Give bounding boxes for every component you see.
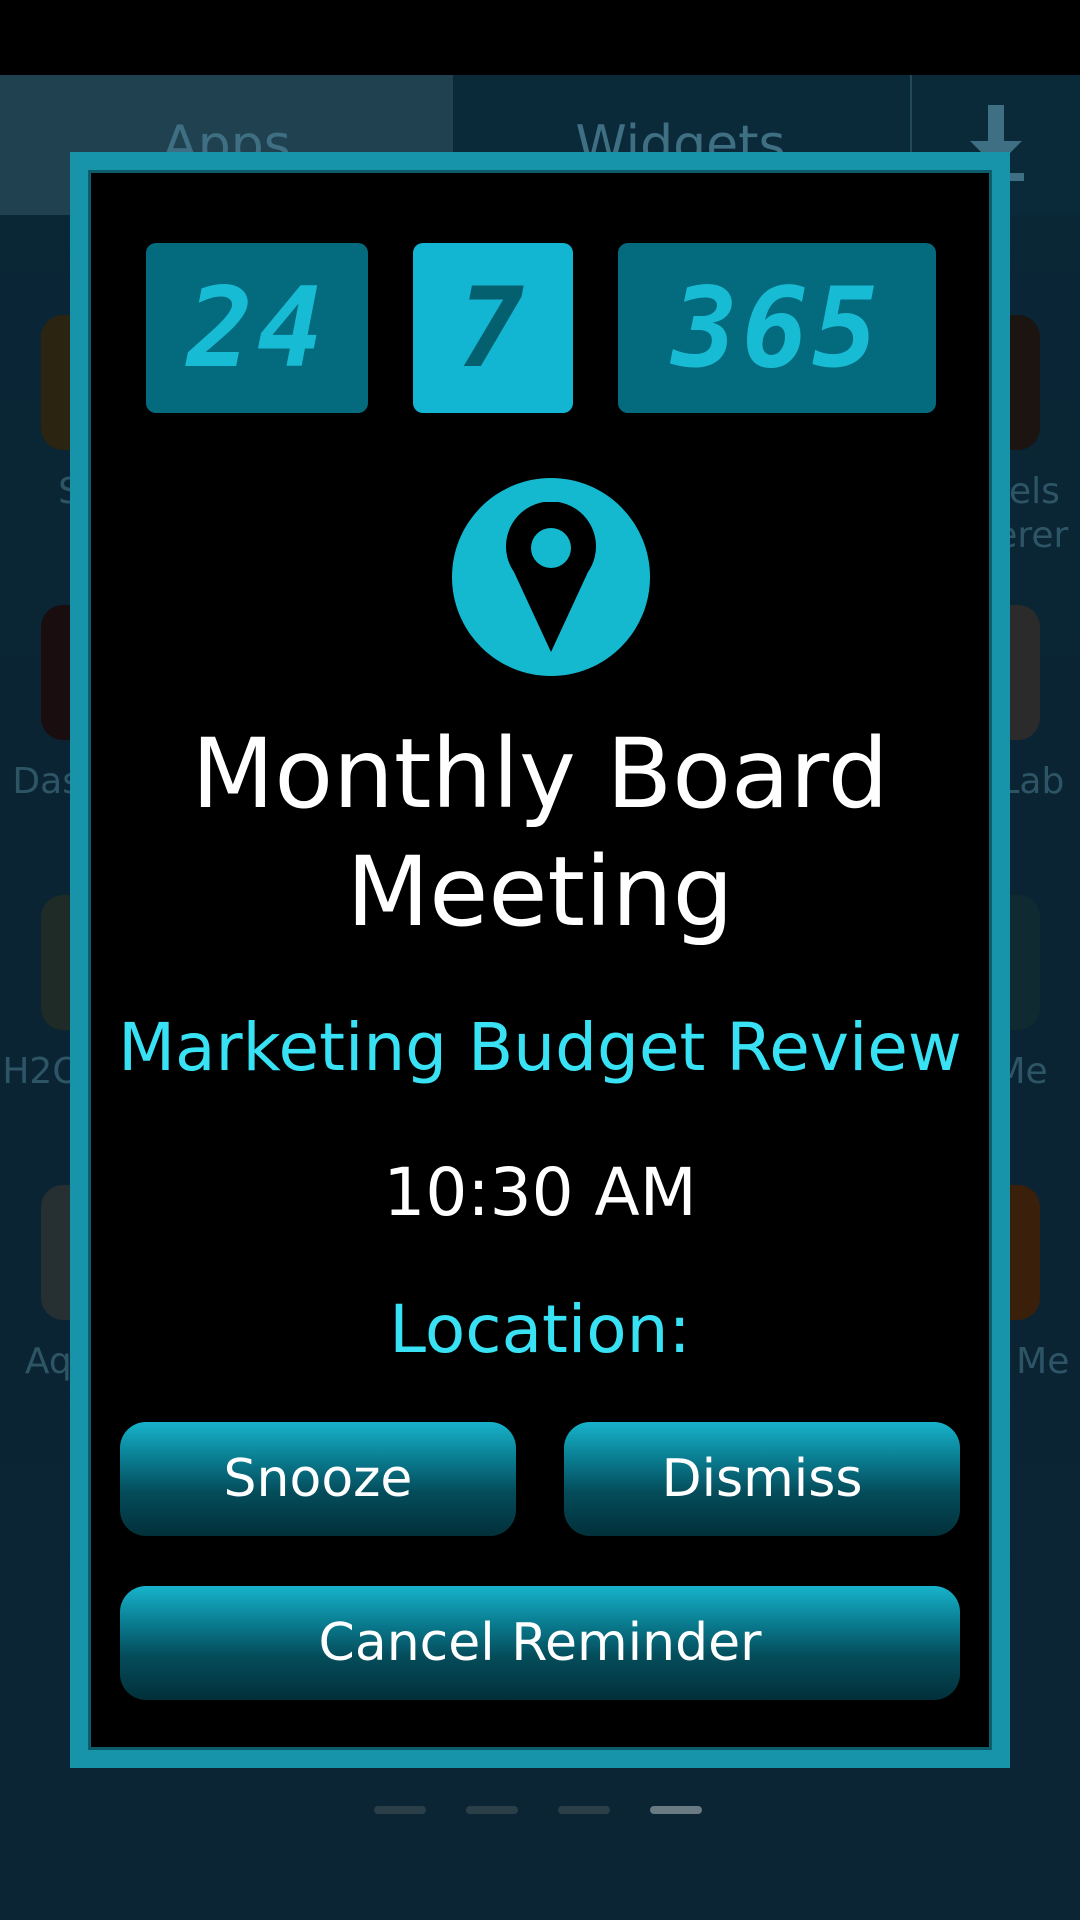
counter-days: 7 [413,243,573,413]
page-indicator-dot-active [650,1806,702,1814]
event-location-label: Location: [389,1291,691,1368]
counter-year: 365 [618,243,936,413]
snooze-button[interactable]: Snooze [120,1422,516,1536]
counter-hours: 24 [146,243,368,413]
page-indicator-dot [558,1806,610,1814]
dismiss-button[interactable]: Dismiss [564,1422,960,1536]
location-badge [452,478,650,676]
map-pin-icon [506,502,596,652]
event-subtitle: Marketing Budget Review [118,1009,962,1086]
status-bar [0,0,1080,75]
event-time: 10:30 AM [383,1154,697,1231]
cancel-reminder-button[interactable]: Cancel Reminder [120,1586,960,1700]
reminder-dialog: 24 7 365 Monthly Board Meeting Marketing… [70,152,1010,1768]
page-indicator-dot [374,1806,426,1814]
event-title: Monthly Board Meeting [191,718,889,948]
page-indicator-dot [466,1806,518,1814]
